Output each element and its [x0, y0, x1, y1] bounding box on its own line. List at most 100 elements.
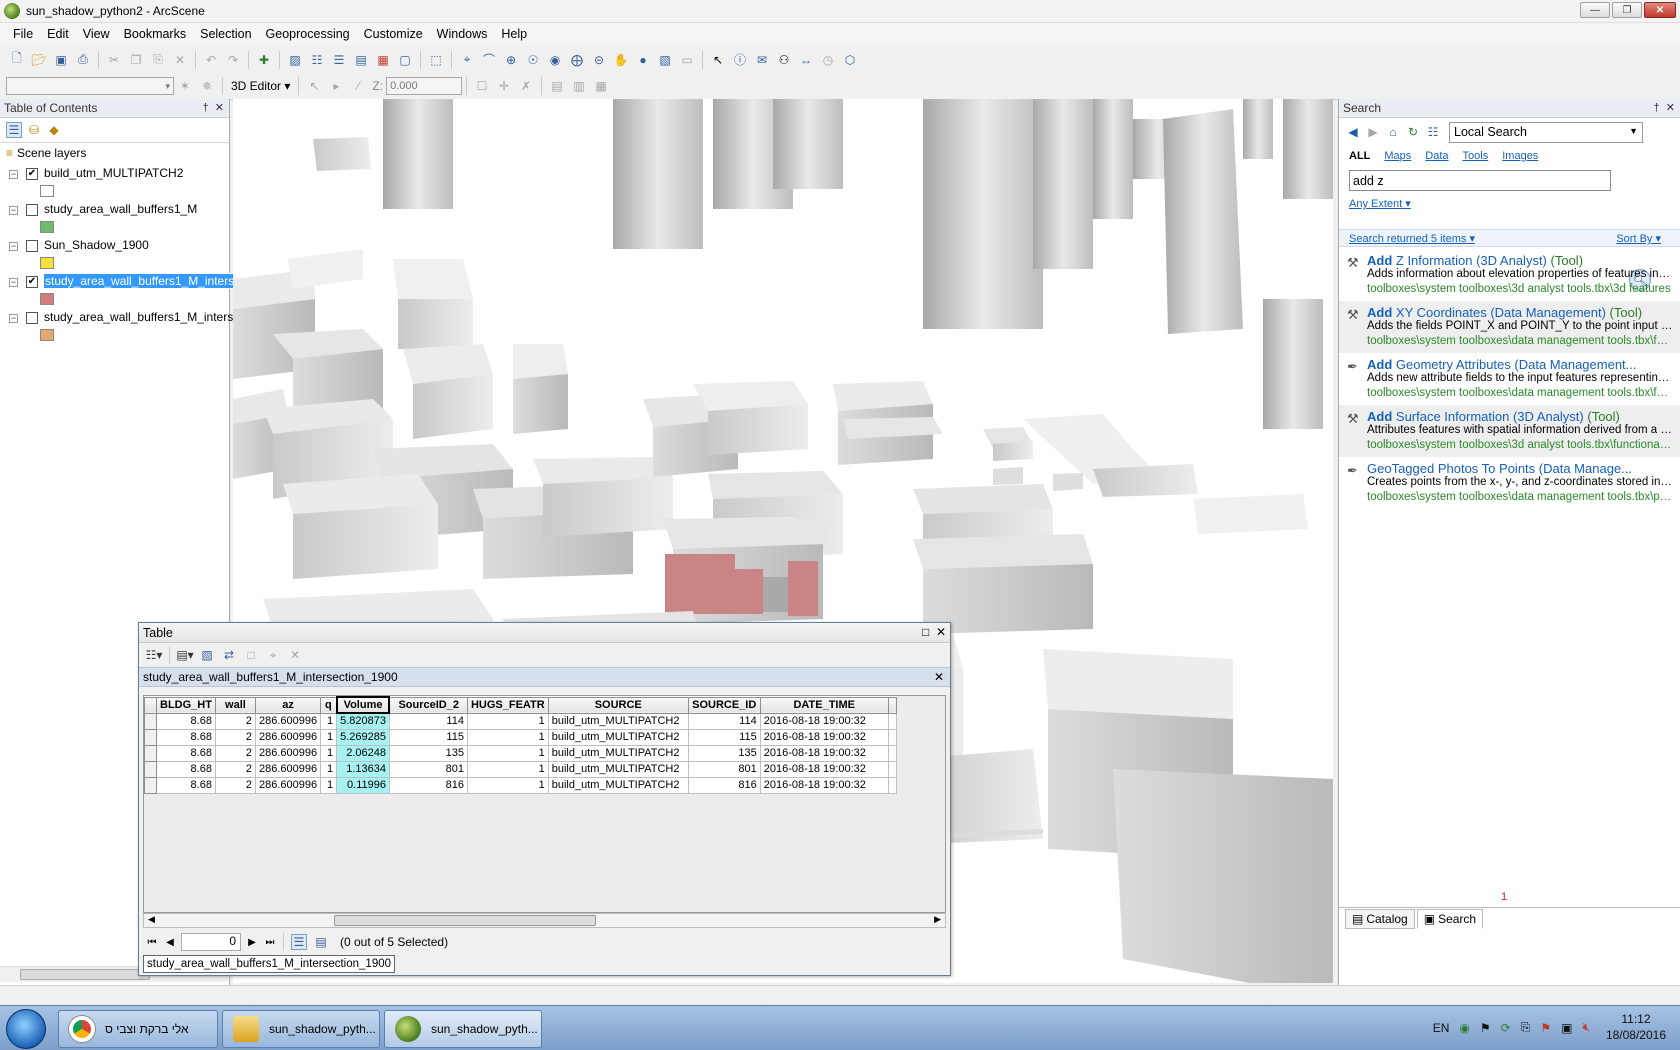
select-by-attributes-icon[interactable]: ▧ [199, 647, 215, 663]
table-cell[interactable]: 286.600996 [254, 728, 322, 746]
scroll-right-icon[interactable]: ▶ [934, 914, 941, 925]
search-result-item[interactable]: ✒ Add Geometry Attributes (Data Managemen… [1339, 353, 1680, 405]
start-button[interactable] [6, 1009, 46, 1049]
menu-selection[interactable]: Selection [193, 27, 258, 41]
table-cell[interactable]: 2 [214, 776, 256, 794]
layer-visibility-checkbox[interactable]: ✔ [26, 168, 38, 180]
table-cell[interactable]: 8.68 [156, 744, 216, 762]
clear-table-selection-icon[interactable]: □ [243, 647, 259, 663]
category-maps[interactable]: Maps [1384, 150, 1411, 162]
identify-icon[interactable]: ⓘ [732, 52, 748, 68]
table-cell[interactable]: 2016-08-18 19:00:32 [759, 728, 889, 746]
python-window-icon[interactable]: ▢ [397, 52, 413, 68]
table-cell[interactable]: 1 [320, 744, 338, 762]
collapse-toggle-icon[interactable]: − [9, 170, 18, 179]
search-result-item[interactable]: ⚒ Add XY Coordinates (Data Management) (T… [1339, 301, 1680, 353]
list-by-source-icon[interactable]: ⛁ [26, 122, 42, 138]
row-selector[interactable] [144, 776, 157, 794]
show-all-records-icon[interactable]: ☰ [291, 934, 307, 950]
zoom-out-icon[interactable]: ⊝ [591, 52, 607, 68]
table-cell[interactable]: 286.600996 [254, 712, 322, 730]
table-tab[interactable]: study_area_wall_buffers1_M_intersection_… [139, 667, 950, 687]
rotate-icon[interactable]: ✗ [518, 78, 534, 94]
extent-filter-link[interactable]: Any Extent ▾ [1349, 197, 1680, 210]
record-index-input[interactable]: 0 [181, 933, 241, 951]
table-cell[interactable]: 1 [320, 712, 338, 730]
sketch-props-icon[interactable]: ▥ [571, 78, 587, 94]
table-close-icon[interactable]: ✕ [936, 625, 946, 639]
search-close-icon[interactable]: ✕ [1666, 102, 1675, 114]
create-features-icon[interactable]: ▦ [593, 78, 609, 94]
table-cell[interactable]: 2016-08-18 19:00:32 [759, 776, 889, 794]
3d-cube-icon[interactable]: ⬡ [842, 52, 858, 68]
zoom-in-icon[interactable]: ⨁ [569, 52, 585, 68]
list-by-drawing-order-icon[interactable]: ☰ [6, 122, 22, 138]
table-cell[interactable]: build_utm_MULTIPATCH2 [547, 744, 689, 762]
toc-close-icon[interactable]: ✕ [215, 102, 224, 114]
layer-name[interactable]: study_area_wall_buffers1_M_inters [44, 310, 233, 324]
column-header-truncated[interactable] [887, 696, 897, 714]
search-scope-dropdown[interactable]: Local Search ▼ [1449, 121, 1643, 143]
column-header[interactable]: BLDG_HT [156, 696, 216, 714]
category-images[interactable]: Images [1502, 150, 1538, 162]
row-selector[interactable] [144, 728, 157, 746]
prev-record-icon[interactable]: ◀ [161, 937, 179, 948]
table-tab-close-icon[interactable]: ✕ [934, 670, 944, 684]
search-pin-icon[interactable]: † [1654, 102, 1660, 114]
table-cell[interactable]: 1 [320, 728, 338, 746]
layer-visibility-checkbox[interactable] [26, 240, 38, 252]
home-icon[interactable]: ⌂ [1385, 124, 1401, 140]
pan-hand-icon[interactable]: ✋ [613, 52, 629, 68]
menu-bookmarks[interactable]: Bookmarks [117, 27, 194, 41]
table-cell[interactable]: 5.269285 [336, 728, 390, 746]
attributes-icon[interactable]: ▤ [549, 78, 565, 94]
related-tables-icon[interactable]: ▤▾ [176, 647, 193, 663]
scroll-left-icon[interactable]: ◀ [148, 914, 155, 925]
time-slider-icon[interactable]: ◷ [820, 52, 836, 68]
arctoolbox-icon[interactable]: ▦ [375, 52, 391, 68]
taskbar-item-arcscene[interactable]: sun_shadow_pyth... [384, 1010, 542, 1048]
menu-edit[interactable]: Edit [40, 27, 76, 41]
move-icon[interactable]: ✛ [496, 78, 512, 94]
clipboard-icon[interactable]: ⎘ [1521, 1020, 1531, 1035]
table-cell[interactable]: 2 [214, 760, 256, 778]
category-data[interactable]: Data [1425, 150, 1448, 162]
column-header[interactable]: q [320, 696, 338, 714]
refresh-icon[interactable]: ↻ [1405, 124, 1421, 140]
layer-symbol-swatch[interactable] [40, 329, 54, 341]
add-data-icon[interactable]: ✚ [256, 52, 272, 68]
layer-visibility-checkbox[interactable]: ✔ [26, 276, 38, 288]
layer-symbol-swatch[interactable] [40, 257, 54, 269]
layer-symbol-swatch[interactable] [40, 221, 54, 233]
copy-icon[interactable]: ❐ [128, 52, 144, 68]
collapse-toggle-icon[interactable]: − [9, 278, 18, 287]
table-cell[interactable]: 115 [388, 728, 468, 746]
restore-button[interactable]: ❐ [1612, 2, 1642, 18]
antivirus-icon[interactable]: ⚑ [1480, 1021, 1491, 1035]
layer-name[interactable]: study_area_wall_buffers1_M_inters [42, 273, 237, 289]
table-cell[interactable]: build_utm_MULTIPATCH2 [547, 776, 689, 794]
clock[interactable]: 11:12 18/08/2016 [1606, 1011, 1666, 1043]
table-cell[interactable]: 0.11996 [336, 776, 390, 794]
delete-selected-icon[interactable]: ✕ [287, 647, 303, 663]
table-cell[interactable]: 2 [214, 712, 256, 730]
flag-icon[interactable]: ⚑ [1540, 1021, 1551, 1035]
table-cell[interactable]: 2 [214, 744, 256, 762]
table-cell[interactable]: 1 [466, 760, 549, 778]
search-options-icon[interactable]: ☷ [1425, 124, 1441, 140]
table-cell[interactable]: 8.68 [156, 728, 216, 746]
tab-search[interactable]: ▣ Search [1416, 908, 1484, 929]
switch-selection-icon[interactable]: ⇄ [221, 647, 237, 663]
select-elements-icon[interactable]: ↖ [710, 52, 726, 68]
set-observer-icon[interactable]: ◉ [547, 52, 563, 68]
table-cell[interactable]: 135 [388, 744, 468, 762]
measure-icon[interactable]: ↔ [798, 52, 814, 68]
z-value-input[interactable]: 0.000 [386, 77, 463, 95]
collapse-toggle-icon[interactable]: − [9, 242, 18, 251]
select-features-icon[interactable]: ▧ [657, 52, 673, 68]
table-cell[interactable]: 286.600996 [254, 760, 322, 778]
cut-icon[interactable]: ✂ [106, 52, 122, 68]
scene-layers-root[interactable]: ≡ Scene layers [0, 143, 229, 163]
layer-visibility-checkbox[interactable] [26, 204, 38, 216]
undo-icon[interactable]: ↶ [203, 52, 219, 68]
